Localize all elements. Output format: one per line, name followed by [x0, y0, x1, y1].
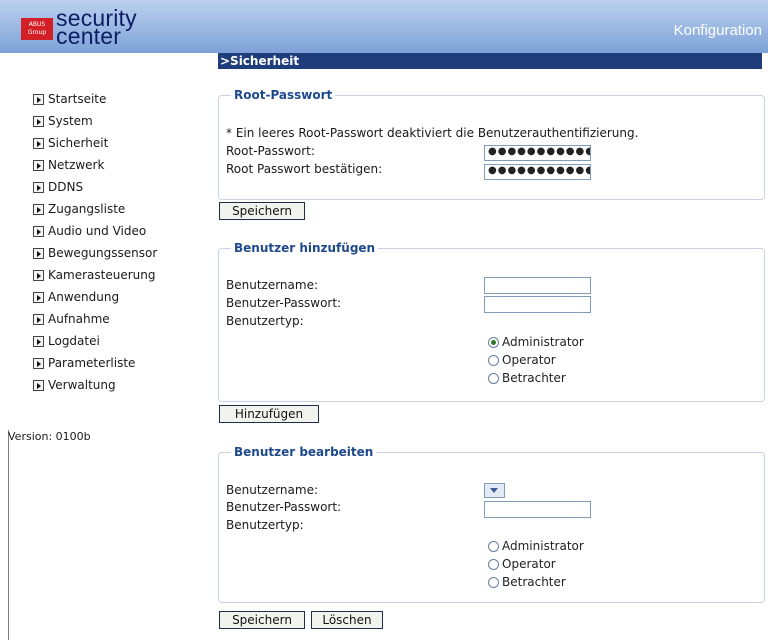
sidebar-item-parameterliste[interactable]: Parameterliste [33, 353, 135, 373]
root-password-legend: Root-Passwort [231, 88, 336, 102]
sidebar-item-label: Netzwerk [48, 158, 105, 172]
page-title: >Sicherheit [218, 53, 761, 69]
edit-user-username-select[interactable] [484, 483, 505, 498]
edit-user-delete-button[interactable]: Löschen [311, 611, 383, 629]
arrow-right-icon [33, 225, 44, 237]
sidebar-item-ddns[interactable]: DDNS [33, 177, 83, 197]
sidebar-item-label: Bewegungssensor [48, 246, 158, 260]
sidebar-item-bewegungssensor[interactable]: Bewegungssensor [33, 243, 157, 263]
radio-label: Betrachter [502, 371, 566, 385]
sidebar-item-label: Zugangsliste [48, 202, 126, 216]
arrow-right-icon [33, 291, 44, 303]
sidebar-item-label: Logdatei [48, 334, 100, 348]
title-bar-edge [761, 53, 762, 69]
sidebar-item-label: DDNS [48, 180, 84, 194]
radio-label: Operator [502, 353, 556, 367]
arrow-right-icon [33, 247, 44, 259]
add-user-type-administrator[interactable]: Administrator [488, 335, 584, 349]
add-user-button[interactable]: Hinzufügen [219, 405, 319, 423]
edit-user-save-button[interactable]: Speichern [219, 611, 305, 629]
radio-unchecked-icon [488, 540, 499, 552]
version-text: Version: 0100b [8, 430, 91, 443]
arrow-right-icon [33, 93, 44, 105]
abus-group-logo-box: ABUS Group [21, 18, 53, 40]
arrow-right-icon [33, 159, 44, 171]
sidebar-item-zugangsliste[interactable]: Zugangsliste [33, 199, 125, 219]
add-user-legend: Benutzer hinzufügen [231, 241, 379, 255]
add-user-type-label: Benutzertyp: [226, 314, 304, 328]
radio-label: Operator [502, 557, 556, 571]
arrow-right-icon [33, 313, 44, 325]
radio-unchecked-icon [488, 354, 499, 366]
header-bar: ABUS Group security center Konfiguration [0, 0, 768, 53]
logo-text: security center [56, 7, 137, 48]
sidebar-item-logdatei[interactable]: Logdatei [33, 331, 100, 351]
add-user-password-label: Benutzer-Passwort: [226, 296, 342, 310]
sidebar-item-aufnahme[interactable]: Aufnahme [33, 309, 110, 329]
arrow-right-icon [33, 379, 44, 391]
logo-box-text-1: ABUS [28, 21, 46, 28]
root-password-label: Root-Passwort: [226, 144, 315, 158]
arrow-right-icon [33, 181, 44, 193]
sidebar-item-label: Startseite [48, 92, 107, 106]
sidebar-divider [8, 430, 9, 640]
arrow-right-icon [33, 203, 44, 215]
add-user-type-operator[interactable]: Operator [488, 353, 556, 367]
sidebar-item-label: System [48, 114, 93, 128]
root-password-note: * Ein leeres Root-Passwort deaktiviert d… [226, 126, 639, 140]
sidebar-item-label: Kamerasteuerung [48, 268, 156, 282]
arrow-right-icon [33, 357, 44, 369]
add-user-username-label: Benutzername: [226, 278, 319, 292]
root-password-input[interactable]: ●●●●●●●●●●●●●● [484, 145, 591, 161]
arrow-right-icon [33, 335, 44, 347]
sidebar-item-system[interactable]: System [33, 111, 93, 131]
radio-label: Betrachter [502, 575, 566, 589]
radio-checked-icon [488, 336, 499, 348]
root-password-group: Root-Passwort * Ein leeres Root-Passwort… [218, 88, 765, 200]
sidebar-item-verwaltung[interactable]: Verwaltung [33, 375, 116, 395]
edit-user-type-administrator[interactable]: Administrator [488, 539, 584, 553]
add-user-group: Benutzer hinzufügen Benutzername: Benutz… [218, 241, 765, 402]
arrow-right-icon [33, 115, 44, 127]
edit-user-type-operator[interactable]: Operator [488, 557, 556, 571]
radio-label: Administrator [502, 539, 584, 553]
sidebar-item-label: Verwaltung [48, 378, 116, 392]
sidebar-item-kamerasteuerung[interactable]: Kamerasteuerung [33, 265, 155, 285]
radio-unchecked-icon [488, 372, 499, 384]
edit-user-password-input[interactable] [484, 501, 591, 518]
edit-user-group: Benutzer bearbeiten Benutzername: Benutz… [218, 445, 765, 603]
sidebar-item-label: Anwendung [48, 290, 120, 304]
edit-user-type-label: Benutzertyp: [226, 518, 304, 532]
radio-unchecked-icon [488, 558, 499, 570]
radio-unchecked-icon [488, 576, 499, 588]
root-password-save-button[interactable]: Speichern [219, 202, 305, 220]
header-title: Konfiguration [673, 22, 762, 39]
sidebar-item-audio-video[interactable]: Audio und Video [33, 221, 146, 241]
sidebar-item-startseite[interactable]: Startseite [33, 89, 106, 109]
sidebar-item-anwendung[interactable]: Anwendung [33, 287, 119, 307]
root-password-confirm-label: Root Passwort bestätigen: [226, 162, 383, 176]
sidebar-item-label: Sicherheit [48, 136, 109, 150]
edit-user-legend: Benutzer bearbeiten [231, 445, 377, 459]
edit-user-username-label: Benutzername: [226, 483, 319, 497]
add-user-password-input[interactable] [484, 296, 591, 313]
radio-label: Administrator [502, 335, 584, 349]
edit-user-type-betrachter[interactable]: Betrachter [488, 575, 566, 589]
logo-box-text-2: Group [27, 29, 47, 36]
arrow-right-icon [33, 269, 44, 281]
sidebar-item-netzwerk[interactable]: Netzwerk [33, 155, 104, 175]
sidebar-item-sicherheit[interactable]: Sicherheit [33, 133, 108, 153]
add-user-username-input[interactable] [484, 277, 591, 294]
add-user-type-betrachter[interactable]: Betrachter [488, 371, 566, 385]
root-password-confirm-input[interactable]: ●●●●●●●●●●●●●● [484, 164, 591, 180]
edit-user-password-label: Benutzer-Passwort: [226, 500, 342, 514]
arrow-right-icon [33, 137, 44, 149]
sidebar-item-label: Parameterliste [48, 356, 136, 370]
sidebar-item-label: Aufnahme [48, 312, 110, 326]
sidebar-item-label: Audio und Video [48, 224, 147, 238]
